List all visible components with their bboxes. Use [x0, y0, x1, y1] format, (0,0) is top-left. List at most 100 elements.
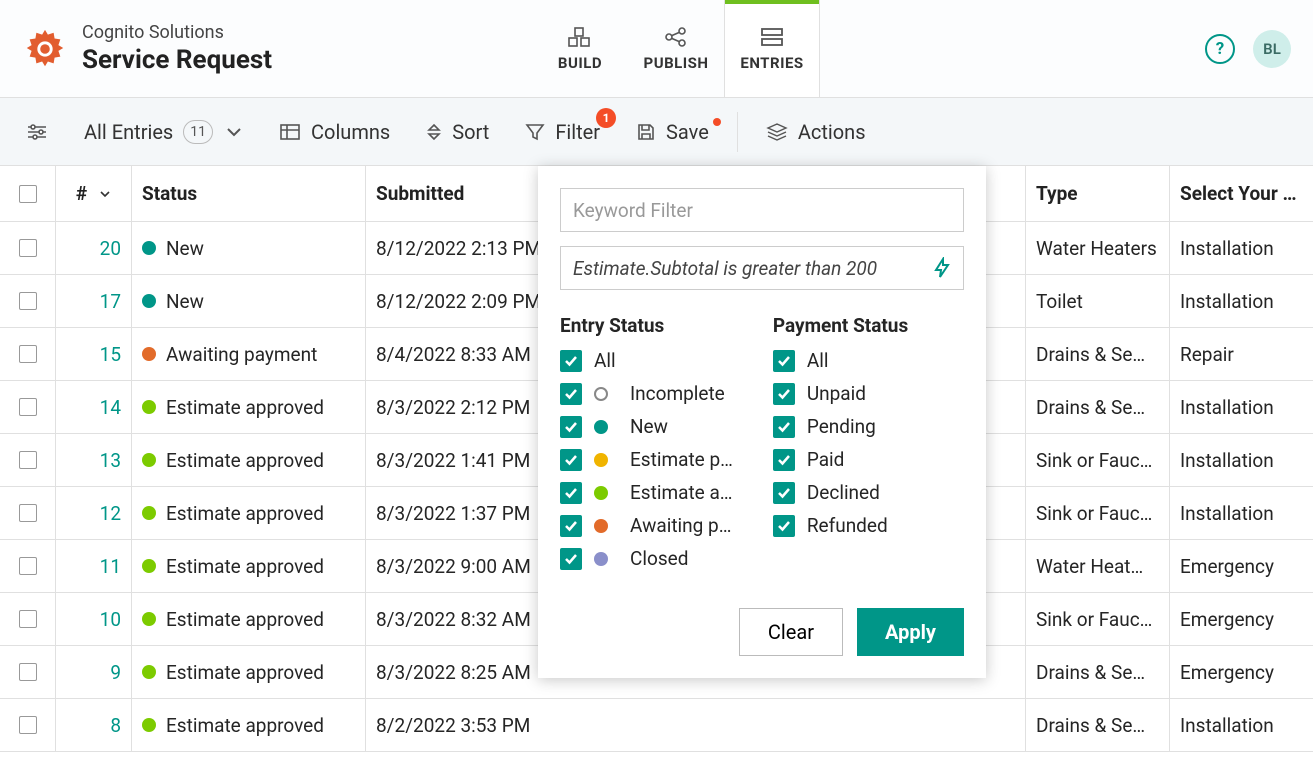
tab-entries[interactable]: ENTRIES [724, 0, 820, 97]
tab-entries-label: ENTRIES [740, 54, 803, 72]
row-status: Estimate approved [132, 593, 366, 645]
row-select-cell[interactable] [0, 275, 56, 327]
row-select-your: Installation [1170, 434, 1313, 486]
row-number: 11 [56, 540, 132, 592]
col-number[interactable]: # [56, 166, 132, 221]
keyword-filter-input[interactable] [560, 188, 964, 232]
row-type: Water Heaters [1026, 222, 1170, 274]
tab-build[interactable]: BUILD [532, 0, 628, 97]
row-checkbox[interactable] [19, 239, 37, 257]
status-text: Estimate approved [166, 714, 324, 737]
row-select-cell[interactable] [0, 434, 56, 486]
row-checkbox[interactable] [19, 292, 37, 310]
tab-build-label: BUILD [558, 54, 602, 72]
row-status: Estimate approved [132, 646, 366, 698]
option-label: Estimate p… [630, 448, 733, 471]
row-checkbox[interactable] [19, 451, 37, 469]
payment-status-title: Payment Status [773, 314, 908, 337]
row-checkbox[interactable] [19, 504, 37, 522]
table-row[interactable]: 8Estimate approved8/2/2022 3:53 PMDrains… [0, 699, 1313, 752]
payment-status-option[interactable]: Unpaid [773, 382, 908, 405]
entries-icon [759, 26, 785, 48]
entry-status-option[interactable]: All [560, 349, 733, 372]
filter-expression-text: Estimate.Subtotal is greater than 200 [573, 257, 877, 280]
row-type: Toilet [1026, 275, 1170, 327]
payment-status-option[interactable]: Declined [773, 481, 908, 504]
columns-button[interactable]: Columns [265, 112, 404, 152]
checkbox-checked-icon [560, 515, 582, 537]
row-select-cell[interactable] [0, 646, 56, 698]
status-dot-icon [594, 552, 608, 566]
entry-status-option[interactable]: Incomplete [560, 382, 733, 405]
checkbox-checked-icon [773, 515, 795, 537]
save-icon [636, 122, 656, 142]
status-dot-icon [142, 559, 156, 573]
entry-status-option[interactable]: Closed [560, 547, 733, 570]
option-label: Refunded [807, 514, 888, 537]
entry-status-option[interactable]: Estimate p… [560, 448, 733, 471]
entry-status-option[interactable]: Awaiting p… [560, 514, 733, 537]
row-checkbox[interactable] [19, 716, 37, 734]
publish-icon [663, 26, 689, 48]
filter-label: Filter [555, 120, 600, 144]
option-label: All [594, 349, 616, 372]
option-label: Incomplete [630, 382, 725, 405]
row-submitted: 8/2/2022 3:53 PM [366, 699, 1026, 751]
row-select-cell[interactable] [0, 699, 56, 751]
col-status[interactable]: Status [132, 166, 366, 221]
row-checkbox[interactable] [19, 398, 37, 416]
row-select-cell[interactable] [0, 222, 56, 274]
row-select-cell[interactable] [0, 487, 56, 539]
payment-status-option[interactable]: Pending [773, 415, 908, 438]
actions-button[interactable]: Actions [752, 112, 880, 152]
all-entries-dropdown[interactable]: All Entries 11 [70, 112, 257, 152]
row-select-your: Installation [1170, 275, 1313, 327]
filter-icon [525, 123, 545, 141]
payment-status-option[interactable]: Paid [773, 448, 908, 471]
row-checkbox[interactable] [19, 557, 37, 575]
payment-status-option[interactable]: Refunded [773, 514, 908, 537]
sort-button[interactable]: Sort [412, 112, 503, 152]
entry-status-option[interactable]: Estimate a… [560, 481, 733, 504]
select-all-cell[interactable] [0, 166, 56, 221]
help-button[interactable]: ? [1205, 34, 1235, 64]
layers-icon [766, 122, 788, 142]
entry-status-option[interactable]: New [560, 415, 733, 438]
option-label: Closed [630, 547, 688, 570]
status-text: Estimate approved [166, 661, 324, 684]
sliders-icon [26, 123, 48, 141]
checkbox-checked-icon [560, 383, 582, 405]
apply-button[interactable]: Apply [857, 608, 964, 656]
status-dot-icon [142, 241, 156, 255]
option-label: Estimate a… [630, 481, 733, 504]
user-avatar[interactable]: BL [1253, 30, 1291, 68]
row-status: Estimate approved [132, 434, 366, 486]
option-label: Unpaid [807, 382, 866, 405]
col-type[interactable]: Type [1026, 166, 1170, 221]
row-checkbox[interactable] [19, 610, 37, 628]
status-text: Awaiting payment [166, 343, 317, 366]
row-status: Estimate approved [132, 487, 366, 539]
row-type: Sink or Fauc… [1026, 487, 1170, 539]
row-checkbox[interactable] [19, 663, 37, 681]
filter-count-badge: 1 [596, 108, 616, 128]
save-button[interactable]: Save [622, 112, 723, 152]
filter-expression-input[interactable]: Estimate.Subtotal is greater than 200 [560, 246, 964, 290]
col-select[interactable]: Select Your … [1170, 166, 1313, 221]
row-select-cell[interactable] [0, 328, 56, 380]
tab-publish[interactable]: PUBLISH [628, 0, 724, 97]
select-all-checkbox[interactable] [19, 185, 37, 203]
entries-toolbar: All Entries 11 Columns Sort Filter 1 Sav… [0, 98, 1313, 166]
save-label: Save [666, 120, 709, 144]
payment-status-option[interactable]: All [773, 349, 908, 372]
status-text: Estimate approved [166, 449, 324, 472]
settings-button[interactable] [12, 115, 62, 149]
filter-button[interactable]: Filter 1 [511, 112, 614, 152]
status-dot-icon [594, 420, 608, 434]
row-checkbox[interactable] [19, 345, 37, 363]
row-select-cell[interactable] [0, 540, 56, 592]
row-select-cell[interactable] [0, 381, 56, 433]
row-select-cell[interactable] [0, 593, 56, 645]
clear-button[interactable]: Clear [739, 608, 843, 656]
col-status-label: Status [142, 182, 197, 205]
